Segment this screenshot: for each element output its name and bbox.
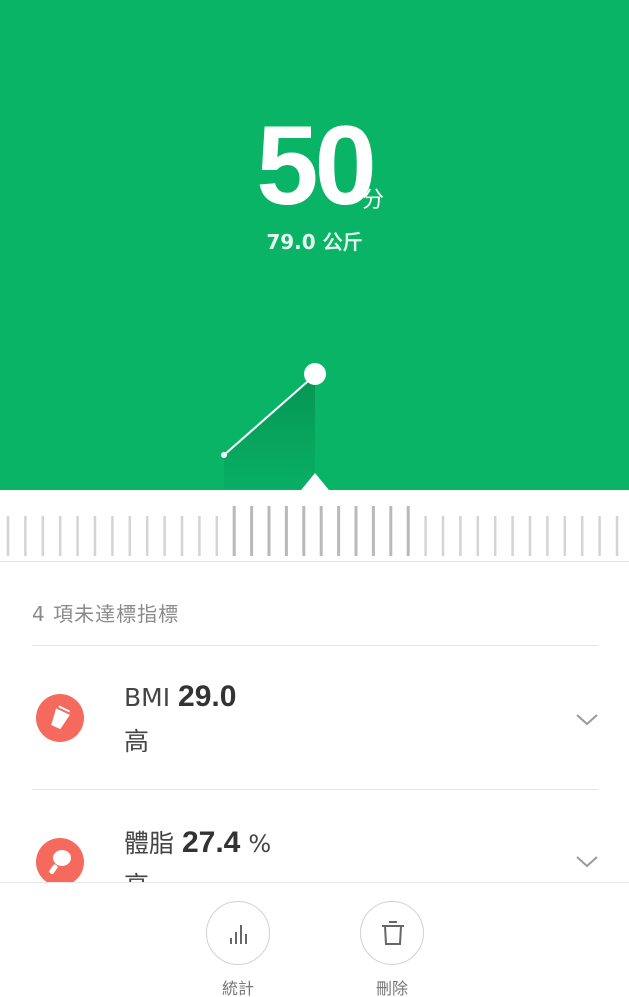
score-display: 50 xyxy=(0,110,629,222)
history-point-current[interactable] xyxy=(304,363,326,385)
bar-chart-icon xyxy=(230,925,247,944)
metric-name: BMI xyxy=(124,683,171,712)
metric-status: 高 xyxy=(124,727,150,756)
ruler-baseline xyxy=(0,561,629,562)
body-fat-icon xyxy=(36,838,84,886)
history-area xyxy=(224,375,315,495)
metric-row-bmi[interactable]: BMI 29.0 高 xyxy=(0,646,629,786)
score-hero: 50 分 79.0 公斤 xyxy=(0,0,629,495)
chevron-down-icon[interactable] xyxy=(574,854,600,870)
trash-icon xyxy=(382,921,404,945)
weight-value: 79.0 公斤 xyxy=(266,230,363,254)
delete-label[interactable]: 刪除 xyxy=(352,975,432,997)
score-unit: 分 xyxy=(362,188,385,213)
chevron-down-icon[interactable] xyxy=(574,712,600,728)
ruler-ticks[interactable] xyxy=(0,490,629,562)
date-ruler[interactable] xyxy=(0,490,629,562)
health-score: 50 xyxy=(256,103,377,228)
stats-button[interactable] xyxy=(206,901,270,965)
metric-name: 體脂 xyxy=(124,829,175,858)
delete-button[interactable] xyxy=(360,901,424,965)
weight-history-chart[interactable] xyxy=(0,355,629,495)
bmi-icon xyxy=(36,694,84,742)
metric-value: 29.0 xyxy=(178,680,237,713)
metric-unit: % xyxy=(248,830,272,858)
metric-label: 體脂 27.4 % xyxy=(124,824,271,860)
stats-label[interactable]: 統計 xyxy=(198,975,278,997)
metric-label: BMI 29.0 xyxy=(124,680,236,714)
history-point-previous[interactable] xyxy=(221,452,227,458)
issues-count-header: 4 項未達標指標 xyxy=(32,602,180,626)
bottom-action-bar: 統計 刪除 xyxy=(0,882,629,997)
metric-value: 27.4 xyxy=(181,826,241,859)
